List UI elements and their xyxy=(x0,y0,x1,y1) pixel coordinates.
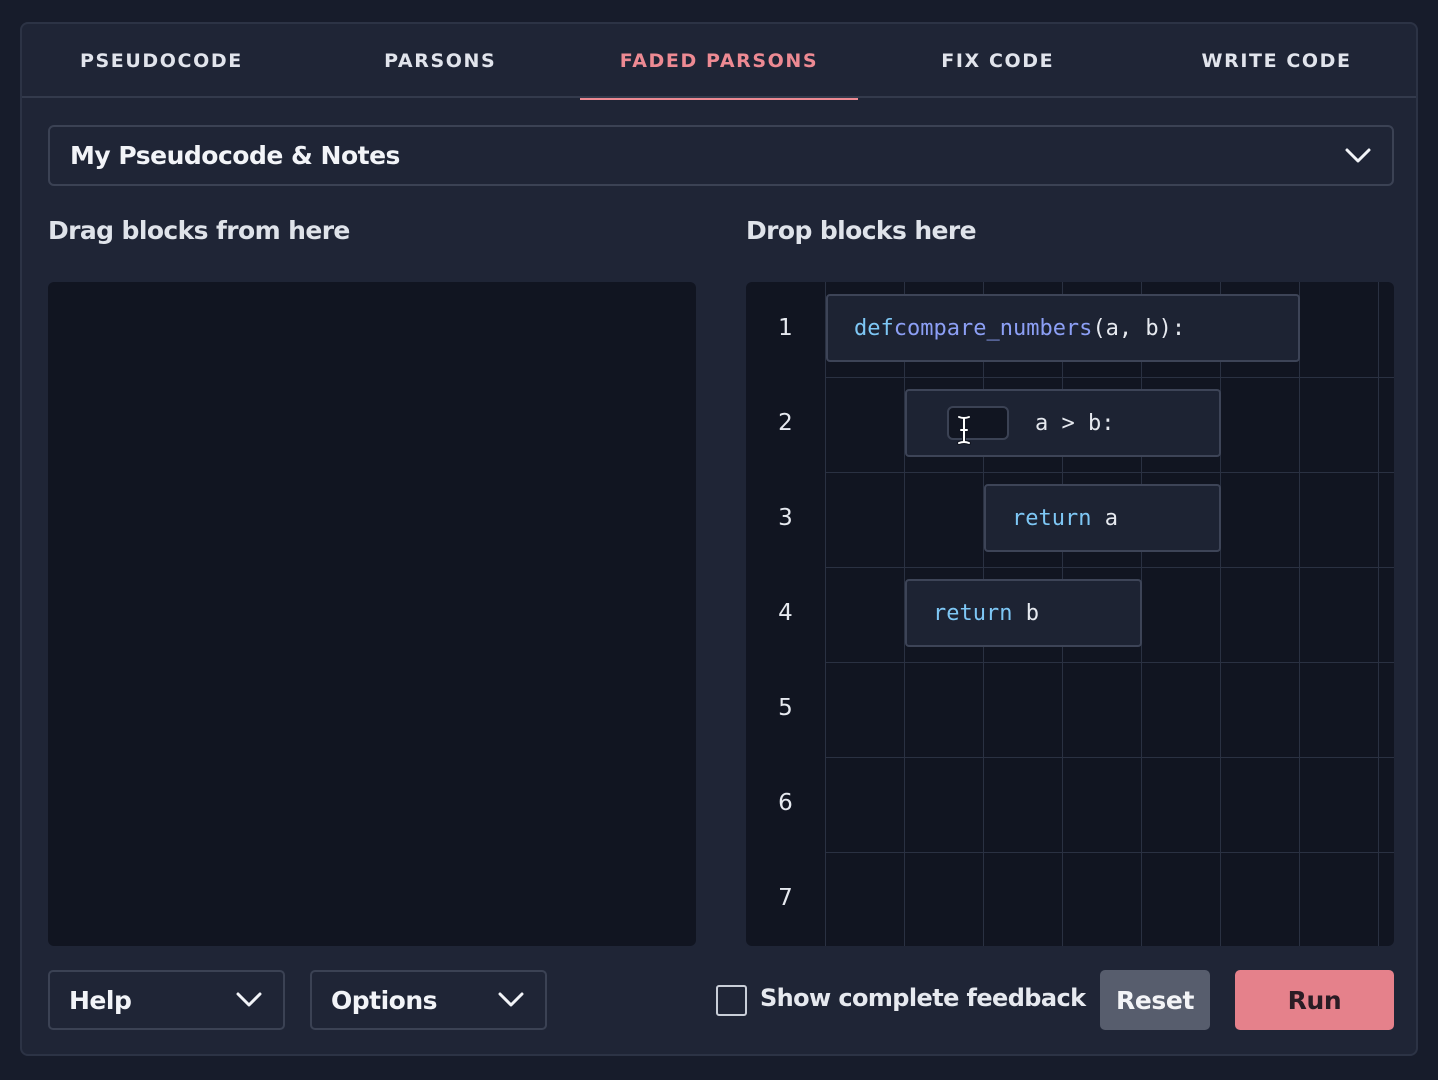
grid-line xyxy=(1299,282,1300,946)
chevron-down-icon xyxy=(1345,148,1371,162)
line-number: 4 xyxy=(778,600,793,626)
grid-line xyxy=(825,567,1394,568)
grid-line xyxy=(825,852,1394,853)
text-cursor-icon xyxy=(957,415,971,445)
line-number: 6 xyxy=(778,790,793,816)
drop-blocks-area[interactable]: 1 2 3 4 5 6 7 def compare_numbers (a, b):… xyxy=(746,282,1394,946)
reset-button[interactable]: Reset xyxy=(1100,970,1210,1030)
code-text: b xyxy=(1012,600,1039,626)
chevron-down-icon xyxy=(236,992,262,1007)
pseudocode-notes-dropdown[interactable]: My Pseudocode & Notes xyxy=(48,125,1394,186)
tab-bar: PSEUDOCODE PARSONS FADED PARSONS FIX COD… xyxy=(22,24,1416,100)
grid-line xyxy=(825,377,1394,378)
code-block-return-b[interactable]: return b xyxy=(905,579,1142,647)
help-label: Help xyxy=(69,985,132,1015)
line-number: 5 xyxy=(778,695,793,721)
drop-area-title: Drop blocks here xyxy=(746,216,977,245)
code-block-if[interactable]: a > b: xyxy=(905,389,1221,457)
line-number: 1 xyxy=(778,315,793,341)
help-dropdown[interactable]: Help xyxy=(48,970,285,1030)
grid-line xyxy=(825,757,1394,758)
tab-write-code[interactable]: WRITE CODE xyxy=(1137,24,1416,98)
chevron-down-icon xyxy=(498,992,524,1007)
tab-faded-parsons[interactable]: FADED PARSONS xyxy=(579,24,859,100)
tab-parsons[interactable]: PARSONS xyxy=(301,24,580,98)
line-number: 2 xyxy=(778,410,793,436)
grid-line xyxy=(825,662,1394,663)
code-keyword: return xyxy=(1012,505,1092,531)
source-blocks-area[interactable] xyxy=(48,282,696,946)
code-keyword: def xyxy=(854,315,894,341)
grid-line xyxy=(825,282,826,946)
code-text: a xyxy=(1091,505,1118,531)
code-block-def[interactable]: def compare_numbers (a, b): xyxy=(826,294,1300,362)
tab-pseudocode[interactable]: PSEUDOCODE xyxy=(22,24,301,98)
line-number: 3 xyxy=(778,505,793,531)
line-number: 7 xyxy=(778,885,793,911)
grid-line xyxy=(1220,282,1221,946)
faded-parsons-panel: PSEUDOCODE PARSONS FADED PARSONS FIX COD… xyxy=(20,22,1418,1056)
code-keyword: return xyxy=(933,600,1013,626)
options-dropdown[interactable]: Options xyxy=(310,970,547,1030)
code-text: (a, b): xyxy=(1092,315,1186,341)
code-block-return-a[interactable]: return a xyxy=(984,484,1221,552)
options-label: Options xyxy=(331,985,438,1015)
code-function-name: compare_numbers xyxy=(893,315,1093,341)
show-feedback-checkbox[interactable] xyxy=(716,985,747,1016)
code-text: a > b: xyxy=(1035,410,1115,436)
tab-fix-code[interactable]: FIX CODE xyxy=(858,24,1137,98)
pseudocode-notes-label: My Pseudocode & Notes xyxy=(70,141,400,170)
grid-line xyxy=(825,472,1394,473)
source-area-title: Drag blocks from here xyxy=(48,216,350,245)
grid-line xyxy=(1378,282,1379,946)
run-button[interactable]: Run xyxy=(1235,970,1394,1030)
show-feedback-label[interactable]: Show complete feedback xyxy=(760,984,1086,1012)
